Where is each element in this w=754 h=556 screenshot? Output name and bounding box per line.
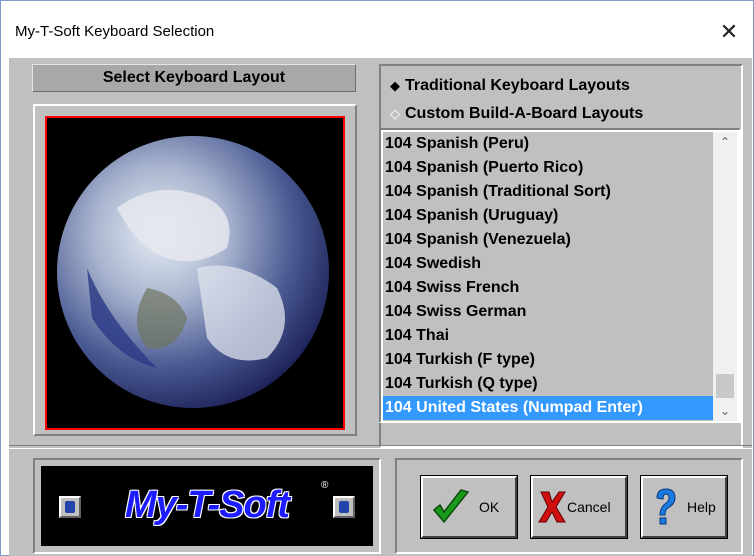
layout-listbox[interactable]: 104 Spanish (Peru) 104 Spanish (Puerto R… xyxy=(379,128,741,423)
cancel-label: Cancel xyxy=(567,499,611,515)
logo-area: My-T-Soft ® xyxy=(41,466,373,546)
layout-list: 104 Spanish (Peru) 104 Spanish (Puerto R… xyxy=(383,132,713,421)
radio-custom-layouts[interactable]: ◇ Custom Build-A-Board Layouts xyxy=(385,102,643,126)
radio-selected-icon: ◆ xyxy=(390,79,400,94)
select-layout-heading: Select Keyboard Layout xyxy=(32,64,356,92)
dialog-window: My-T-Soft Keyboard Selection ✕ Select Ke… xyxy=(0,0,754,556)
list-item[interactable]: 104 Spanish (Puerto Rico) xyxy=(383,156,713,180)
red-x-icon xyxy=(537,486,567,531)
list-item[interactable]: 104 Spanish (Traditional Sort) xyxy=(383,180,713,204)
title-bar: My-T-Soft Keyboard Selection ✕ xyxy=(1,1,753,57)
radio-traditional-layouts[interactable]: ◆ Traditional Keyboard Layouts xyxy=(385,74,630,98)
help-label: Help xyxy=(687,499,716,515)
hand-keyboard-icon xyxy=(59,496,81,518)
scroll-down-icon[interactable]: ⌄ xyxy=(713,401,737,421)
list-item[interactable]: 104 Spanish (Venezuela) xyxy=(383,228,713,252)
radio-unselected-icon: ◇ xyxy=(390,107,400,122)
ok-label: OK xyxy=(479,499,500,515)
help-button[interactable]: Help xyxy=(640,475,728,539)
registered-mark: ® xyxy=(321,480,329,491)
logo-panel: My-T-Soft ® xyxy=(33,458,381,554)
close-button[interactable]: ✕ xyxy=(711,15,747,51)
list-item-selected[interactable]: 104 United States (Numpad Enter) xyxy=(383,396,713,420)
globe-frame xyxy=(33,104,357,436)
list-scrollbar[interactable]: ⌃ ⌄ xyxy=(713,132,737,421)
radio-traditional-label: Traditional Keyboard Layouts xyxy=(405,77,630,94)
radio-custom-label: Custom Build-A-Board Layouts xyxy=(405,105,644,122)
scroll-up-icon[interactable]: ⌃ xyxy=(713,132,737,152)
window-title: My-T-Soft Keyboard Selection xyxy=(15,23,215,40)
list-item[interactable]: 104 Spanish (Uruguay) xyxy=(383,204,713,228)
button-panel: OK Cancel Help xyxy=(395,458,743,554)
list-item[interactable]: 104 Spanish (Peru) xyxy=(383,132,713,156)
cancel-button[interactable]: Cancel xyxy=(530,475,628,539)
scrollbar-thumb[interactable] xyxy=(716,374,734,398)
dialog-client-area: Select Keyboard Layout ◆ Traditional Key… xyxy=(9,58,752,556)
earth-globe-image xyxy=(45,116,345,430)
section-divider xyxy=(9,445,752,449)
question-mark-icon xyxy=(651,486,679,533)
list-item[interactable]: 104 Swiss French xyxy=(383,276,713,300)
checkmark-icon xyxy=(431,486,471,531)
list-item[interactable]: 104 Swiss German xyxy=(383,300,713,324)
list-item[interactable]: 104 Thai xyxy=(383,324,713,348)
list-item[interactable]: 104 Swedish xyxy=(383,252,713,276)
my-t-soft-logo: My-T-Soft xyxy=(124,484,290,526)
ok-button[interactable]: OK xyxy=(420,475,518,539)
hand-keyboard-icon xyxy=(333,496,355,518)
list-item[interactable]: 104 Turkish (Q type) xyxy=(383,372,713,396)
list-item[interactable]: 104 Turkish (F type) xyxy=(383,348,713,372)
